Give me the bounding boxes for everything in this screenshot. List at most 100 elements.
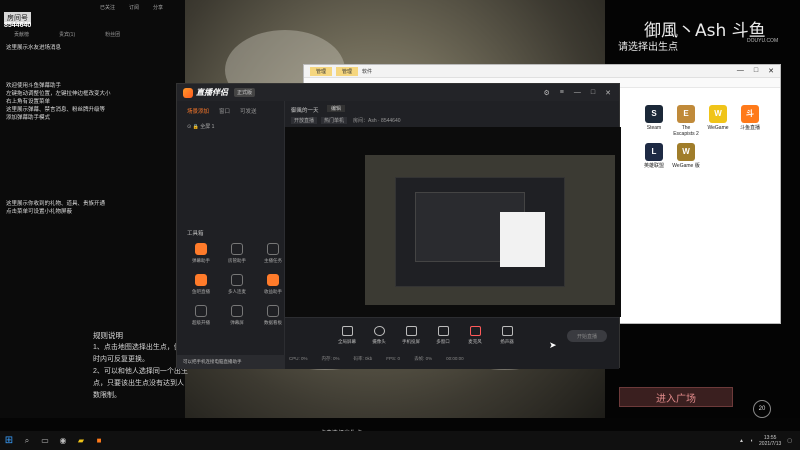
explorer-titlebar: 管理 管理 软件 — □ ✕	[304, 65, 780, 78]
stat-contribution[interactable]: 贡献榜	[14, 31, 29, 38]
explorer-tab-manage-2[interactable]: 管理	[336, 66, 359, 76]
window-icon	[437, 326, 449, 336]
tool-multi-mic[interactable]: 多人连麦	[221, 274, 253, 295]
task-icon	[267, 243, 279, 255]
phone-cast-button[interactable]: 手机投屏	[399, 326, 423, 345]
share-tab[interactable]: 分享	[153, 4, 163, 11]
wegame-icon: W	[709, 105, 727, 123]
tab-sendable[interactable]: 可发送	[240, 107, 257, 115]
app-lol[interactable]: L 英雄联盟	[639, 143, 669, 169]
fullscreen-capture-button[interactable]: 全局屏幕	[335, 326, 359, 345]
phone-connect-notice[interactable]: 可以把手机连接电脑直播助手	[177, 355, 285, 369]
gift-notice: 这里展示你收到的礼物、道具、贵族开通 点击菜单可设置小礼物屏蔽	[6, 201, 106, 215]
stat-fans[interactable]: 粉丝团	[105, 31, 120, 38]
version-badge: 正式版	[234, 88, 256, 97]
browser-icon[interactable]: ◉	[54, 431, 72, 450]
stream-tags: 开放直播 热门单机	[291, 117, 348, 124]
douyu-icon: 斗	[741, 105, 759, 123]
fishbar-icon	[195, 274, 207, 286]
wegame2-icon: W	[677, 143, 695, 161]
tool-fish-bar[interactable]: 鱼吧直播	[185, 274, 217, 295]
enter-plaza-button[interactable]: 进入广场	[619, 387, 733, 407]
folder-icon[interactable]: ▰	[72, 431, 90, 450]
source-controls: 全局屏幕 摄像头 手机投屏 多窗口 麦克风 扬声器	[335, 326, 519, 345]
scene-item-fullscreen[interactable]: ⊙ 🔒 全屏 1	[177, 121, 284, 132]
minimize-icon[interactable]: —	[574, 89, 581, 97]
stream-preview[interactable]	[285, 127, 621, 317]
camera-icon	[373, 326, 385, 336]
tool-danmu-screen[interactable]: 弹幕屏	[221, 305, 253, 326]
obs-sidebar: 场景添加 窗口 可发送 ⊙ 🔒 全屏 1 工具箱 弹幕助手 房管助手 主播任务 …	[177, 101, 285, 369]
menu-icon[interactable]: ≡	[560, 89, 564, 97]
mic-link-icon	[231, 274, 243, 286]
super-live-icon	[195, 305, 207, 317]
app-steam[interactable]: S Steam	[639, 105, 669, 137]
toolbox-heading: 工具箱	[187, 231, 204, 237]
income-icon	[267, 274, 279, 286]
volume-icon[interactable]: ◖	[750, 438, 753, 444]
escapists-icon: E	[677, 105, 695, 123]
room-info: 房间：Ash · 8544640	[353, 118, 401, 124]
settings-icon[interactable]: ⚙	[544, 89, 550, 97]
speaker-button[interactable]: 扬声器	[495, 326, 519, 345]
admin-icon	[231, 243, 243, 255]
tab-window[interactable]: 窗口	[219, 107, 230, 115]
choose-spawn-label: 请选择出生点	[618, 42, 678, 53]
search-icon[interactable]: ⌕	[18, 431, 36, 450]
streaming-assistant-window: 直播伴侣 正式版 ⚙ ≡ — □ ✕ 场景添加 窗口 可发送 ⊙ 🔒 全屏 1 …	[176, 83, 621, 369]
stream-title: 御風的一天	[291, 108, 319, 114]
scene-tabs: 场景添加 窗口 可发送	[177, 101, 284, 121]
room-id: 8544640	[4, 22, 32, 29]
status-bitrate: 码率: 0kb	[353, 356, 373, 361]
app-douyu[interactable]: 斗斗鱼直播	[735, 105, 765, 137]
status-fps: FPS: 0	[386, 356, 401, 361]
danmu-icon	[195, 243, 207, 255]
network-icon[interactable]: ▲	[739, 438, 744, 444]
close-icon[interactable]: ✕	[768, 67, 774, 75]
task-view-icon[interactable]: ▭	[36, 431, 54, 450]
windows-start-icon[interactable]: ⊞	[0, 431, 18, 450]
screen: 房间号 8544640 贡献榜 贵宾(1) 粉丝团 已关注 订阅 分享 这里展示…	[0, 0, 800, 450]
obs-control-bar: 全局屏幕 摄像头 手机投屏 多窗口 麦克风 扬声器 开始直播 CPU: 0% 内…	[285, 317, 619, 369]
multi-window-button[interactable]: 多窗口	[431, 326, 455, 345]
danmu-screen-icon	[231, 305, 243, 317]
app-wegame-2[interactable]: W WeGame 版	[671, 143, 701, 169]
app-escapists[interactable]: E The Escapists 2	[671, 105, 701, 137]
stat-vip[interactable]: 贵宾(1)	[59, 31, 75, 38]
close-icon[interactable]: ✕	[605, 89, 611, 97]
logo-icon	[183, 87, 193, 98]
tool-room-admin[interactable]: 房管助手	[221, 243, 253, 264]
status-bar: CPU: 0% 内存: 0% 码率: 0kb FPS: 0 丢帧: 0% 00:…	[289, 356, 464, 362]
rule-line-1: 1、点击地图选择出生点，倒计时内可反复更换。	[93, 344, 188, 363]
status-cpu: CPU: 0%	[289, 356, 308, 361]
subscribe-tab[interactable]: 订阅	[129, 4, 139, 11]
tool-super-live[interactable]: 超级开播	[185, 305, 217, 326]
camera-button[interactable]: 摄像头	[367, 326, 391, 345]
clock-date: 2021/7/13	[759, 440, 782, 447]
minimize-icon[interactable]: —	[737, 67, 744, 75]
system-tray: ▲ ◖ 13:55 2021/7/13 ▢	[739, 435, 800, 447]
status-dropped: 丢帧: 0%	[414, 356, 433, 361]
tab-scene-add[interactable]: 场景添加	[187, 107, 209, 115]
room-top-tabs: 已关注 订阅 分享	[100, 4, 163, 11]
countdown-timer: 20	[753, 400, 771, 418]
entry-notice: 这里展示水友进场消息	[6, 45, 62, 51]
microphone-button[interactable]: 麦克风	[463, 326, 487, 345]
data-board-icon	[267, 305, 279, 317]
maximize-icon[interactable]: □	[591, 89, 595, 97]
notification-icon[interactable]: ▢	[787, 438, 792, 444]
tool-danmu-assistant[interactable]: 弹幕助手	[185, 243, 217, 264]
explorer-tab-manage-1[interactable]: 管理	[310, 66, 333, 76]
maximize-icon[interactable]: □	[754, 67, 758, 75]
phone-icon	[405, 326, 417, 336]
start-live-button[interactable]: 开始直播	[567, 330, 607, 342]
edit-title-button[interactable]: 编辑	[327, 105, 346, 112]
douyu-taskbar-icon[interactable]: ■	[90, 431, 108, 450]
tag-open[interactable]: 开放直播	[291, 117, 318, 124]
explorer-tab-software[interactable]: 软件	[362, 68, 372, 75]
app-wegame[interactable]: W WeGame	[703, 105, 733, 137]
tag-category[interactable]: 热门单机	[321, 117, 348, 124]
toolbox-grid: 弹幕助手 房管助手 主播任务 鱼吧直播 多人连麦 收益助手 超级开播 弹幕屏 数…	[185, 243, 289, 326]
follow-tab[interactable]: 已关注	[100, 4, 115, 11]
system-clock[interactable]: 13:55 2021/7/13	[759, 435, 781, 447]
